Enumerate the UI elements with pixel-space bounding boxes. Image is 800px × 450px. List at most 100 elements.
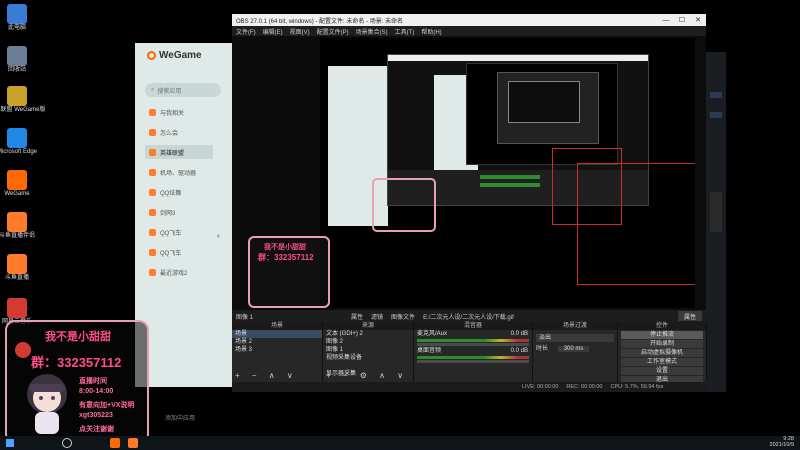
scenes-tools[interactable]: + − ∧ ∨: [235, 371, 298, 380]
control-button[interactable]: 启动虚拟摄像机: [621, 349, 703, 357]
mixer-dock[interactable]: 混音器 麦克风/Aux 0.0 dB 桌面音频 0.0 dB: [414, 322, 533, 382]
wegame-nav-label: 怎么会: [160, 130, 179, 137]
menu-item[interactable]: 文件(F): [236, 27, 256, 36]
overlay-info-line: 8:00-14:00: [79, 388, 114, 395]
obs-title: OBS 27.0.1 (64 bit, windows) - 配置文件: 未命名…: [236, 18, 404, 25]
wegame-nav-item[interactable]: 最近游戏2: [145, 265, 213, 279]
second-monitor-edge: [706, 52, 726, 392]
filters-button[interactable]: 滤镜: [371, 312, 383, 321]
wegame-nav-item[interactable]: 机场、驱动器: [145, 165, 213, 179]
wegame-nav-label: QQ飞车: [160, 250, 182, 257]
transitions-dock[interactable]: 场景过渡 淡出 时长 300 ms: [533, 322, 618, 382]
controls-dock[interactable]: 控件 停止推流 开始录制 启动虚拟摄像机 工作室模式 设置 退出: [618, 322, 707, 384]
desktop-icon-label: 英雄联盟 WeGame版: [0, 107, 46, 113]
control-button[interactable]: 开始录制: [621, 340, 703, 348]
desktop-icon[interactable]: Microsoft Edge: [0, 128, 37, 156]
overlay-info-line: 直播时间: [79, 378, 107, 385]
sources-row[interactable]: 文本 (GDI+) 2: [323, 330, 413, 338]
image-file-label: 图像文件: [391, 314, 416, 321]
menu-item[interactable]: 视图(V): [290, 27, 310, 36]
desktop-icon[interactable]: WeGame: [2, 170, 32, 198]
menu-item[interactable]: 配置文件(P): [317, 27, 349, 36]
menu-item[interactable]: 工具(T): [395, 27, 415, 36]
wegame-nav-label: QQ飞车: [160, 230, 182, 237]
desktop-icon-label: 斗鱼直播: [4, 275, 29, 281]
clock-date: 2021/10/9: [769, 442, 794, 448]
close-icon[interactable]: ✕: [690, 14, 706, 26]
sources-row[interactable]: 图像 1: [323, 346, 413, 354]
wegame-nav-item[interactable]: QQ飞车: [145, 225, 213, 239]
live-status: LIVE: 00:00:00: [522, 384, 559, 390]
wegame-nav-item[interactable]: QQ炫舞: [145, 185, 213, 199]
sources-dock[interactable]: 来源 文本 (GDI+) 2 图像 2 图像 1 视频采集设备 显示器采集 + − ⚙ …: [323, 322, 414, 382]
wegame-nav-item[interactable]: 怎么会: [145, 125, 213, 139]
mixer-channel: 麦克风/Aux 0.0 dB: [414, 330, 532, 338]
transition-duration[interactable]: 时长 300 ms: [533, 345, 617, 353]
scenes-row[interactable]: 场景: [232, 330, 322, 338]
volume-slider[interactable]: [417, 360, 529, 363]
obs-statusbar: LIVE: 00:00:00 REC: 00:00:00 CPU: 5.7%, …: [232, 382, 706, 392]
overlay-info-line: 有意向加+VX说明: [79, 402, 135, 409]
scenes-row[interactable]: 场景 3: [232, 346, 322, 354]
scenes-row[interactable]: 场景 2: [232, 338, 322, 346]
desktop-icon[interactable]: 斗鱼直播: [2, 254, 32, 282]
desktop-icon[interactable]: 英雄联盟 WeGame版: [0, 86, 45, 114]
wegame-taskbar-icon[interactable]: [110, 438, 120, 448]
control-button[interactable]: 设置: [621, 367, 703, 375]
game-icon: [149, 248, 156, 256]
game-icon: [149, 168, 156, 176]
desktop-icon[interactable]: 回收站: [2, 46, 32, 74]
transition-select[interactable]: 淡出: [536, 334, 614, 342]
wegame-nav-label: 与我相关: [160, 110, 185, 117]
transitions-title: 场景过渡: [533, 322, 617, 330]
sources-row[interactable]: [323, 362, 413, 370]
cortana-icon[interactable]: [62, 438, 72, 448]
duration-value[interactable]: 300 ms: [557, 346, 590, 352]
overlay-header: 我不是小甜甜: [45, 331, 111, 343]
league-icon: [7, 86, 27, 106]
game-icon: [149, 108, 156, 116]
cpu-status: CPU: 5.7%, 59.94 fps: [610, 384, 664, 390]
menu-item[interactable]: 编辑(E): [263, 27, 283, 36]
browse-button[interactable]: 属性: [677, 311, 702, 321]
edge-icon: [7, 128, 27, 148]
control-button[interactable]: 工作室模式: [621, 358, 703, 366]
mixer-title: 混音器: [414, 322, 532, 330]
image-file-path[interactable]: E:/二次元人设/二次元人设/下载.gif: [423, 312, 514, 321]
scenes-dock[interactable]: 场景 场景 场景 2 场景 3 + − ∧ ∨: [232, 322, 323, 382]
wegame-search-input[interactable]: ⌕ 搜索应用: [145, 83, 221, 97]
wegame-nav-item[interactable]: 与我相关: [145, 105, 213, 119]
game-icon: [149, 228, 156, 236]
control-button[interactable]: 停止推流: [621, 331, 703, 339]
mixer-level: 0.0 dB: [510, 348, 528, 354]
wegame-window[interactable]: WeGame ⌕ 搜索应用 与我相关 怎么会 英雄联盟 机场、驱动器 QQ炫舞 剑网3 QQ飞…: [135, 43, 233, 422]
game-icon: [149, 188, 156, 196]
wegame-nav-label: 最近游戏2: [160, 270, 188, 277]
minimize-icon[interactable]: —: [658, 14, 674, 26]
sources-tools[interactable]: + − ⚙ ∧ ∨: [326, 371, 408, 380]
game-icon: [149, 128, 156, 136]
wegame-nav-item[interactable]: 剑网3: [145, 205, 213, 219]
game-icon: [149, 208, 156, 216]
wegame-bottom-link[interactable]: 添加中应用: [165, 413, 195, 422]
desktop-icon[interactable]: 斗鱼直播伴侣: [0, 212, 35, 240]
menu-item[interactable]: 帮助(H): [421, 27, 441, 36]
properties-button[interactable]: 属性: [351, 312, 363, 321]
maximize-icon[interactable]: ☐: [674, 14, 690, 26]
start-icon[interactable]: [6, 439, 14, 447]
menu-item[interactable]: 场景集合(S): [356, 27, 388, 36]
wegame-nav-item[interactable]: QQ飞车: [145, 245, 213, 259]
obs-window[interactable]: OBS 27.0.1 (64 bit, windows) - 配置文件: 未命名…: [232, 14, 707, 392]
volume-slider[interactable]: [417, 343, 529, 346]
desktop-icon[interactable]: 此电脑: [2, 4, 32, 32]
wegame-nav-item[interactable]: 英雄联盟: [145, 145, 213, 159]
collapse-arrow-icon[interactable]: ‹: [217, 231, 220, 240]
system-clock[interactable]: 9:28 2021/10/9: [770, 436, 794, 448]
douyu-taskbar-icon[interactable]: [128, 438, 138, 448]
sources-row[interactable]: 图像 2: [323, 338, 413, 346]
search-icon: ⌕: [151, 86, 155, 93]
sources-row[interactable]: 视频采集设备: [323, 354, 413, 362]
game-icon: [149, 148, 156, 156]
taskbar: 9:28 2021/10/9: [0, 436, 800, 450]
obs-preview[interactable]: 我不是小甜甜 群：332357112: [242, 38, 695, 308]
